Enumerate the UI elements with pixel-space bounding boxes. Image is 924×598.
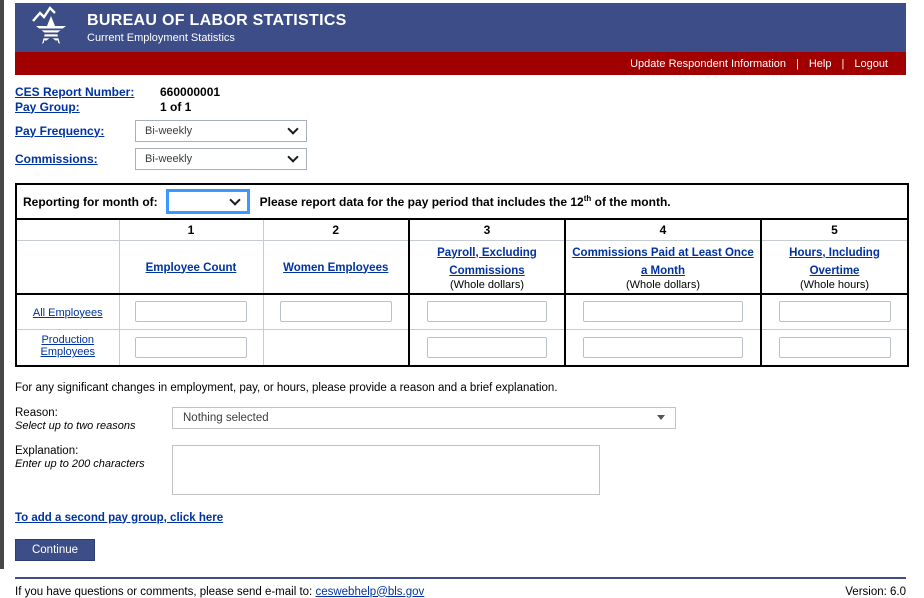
women-employees-header-link[interactable]: Women Employees [283, 262, 388, 274]
pay-group-value: 1 of 1 [160, 100, 191, 114]
hours-header-link[interactable]: Hours, Including Overtime [789, 247, 880, 277]
women-employees-all-input[interactable] [280, 301, 392, 322]
employee-count-header-link[interactable]: Employee Count [146, 262, 237, 274]
all-employees-row: All Employees [16, 294, 908, 330]
hours-all-input[interactable] [779, 301, 891, 322]
report-info: CES Report Number: 660000001 Pay Group: … [15, 84, 906, 170]
help-link[interactable]: Help [799, 58, 842, 70]
reporting-instruction: Please report data for the pay period th… [260, 194, 671, 209]
data-entry-table: Reporting for month of: Please report da… [15, 183, 909, 367]
pay-frequency-value: Bi-weekly [145, 125, 192, 137]
masthead: BUREAU OF LABOR STATISTICS Current Emplo… [15, 3, 906, 52]
column-number: 4 [565, 219, 761, 240]
employee-count-production-input[interactable] [135, 337, 247, 358]
page: BUREAU OF LABOR STATISTICS Current Emplo… [15, 3, 906, 598]
corner-cell [16, 240, 119, 294]
add-pay-group-link[interactable]: To add a second pay group, click here [15, 512, 223, 524]
column-number: 2 [263, 219, 409, 240]
ces-help-email-link[interactable]: ceswebhelp@bls.gov [315, 586, 424, 598]
chevron-down-icon [287, 151, 298, 162]
commissions-header-link[interactable]: Commissions Paid at Least Once a Month [572, 247, 754, 277]
reason-hint: Select up to two reasons [15, 420, 172, 432]
commissions-all-input[interactable] [583, 301, 743, 322]
production-employees-row: Production Employees [16, 330, 908, 366]
commissions-value: Bi-weekly [145, 153, 192, 165]
reason-label: Reason: [15, 407, 172, 419]
column-number: 1 [119, 219, 263, 240]
pay-group-label[interactable]: Pay Group: [15, 100, 80, 114]
agency-title: BUREAU OF LABOR STATISTICS [87, 12, 347, 30]
column-number-row: 1 2 3 4 5 [16, 219, 908, 240]
footer-divider [15, 577, 906, 579]
payroll-all-input[interactable] [427, 301, 547, 322]
bls-star-logo-icon [29, 6, 73, 50]
pay-frequency-label[interactable]: Pay Frequency: [15, 124, 104, 138]
payroll-production-input[interactable] [427, 337, 547, 358]
explanation-label: Explanation: [15, 445, 172, 457]
column-number: 3 [409, 219, 565, 240]
commissions-production-input[interactable] [583, 337, 743, 358]
corner-cell [16, 219, 119, 240]
ces-report-number-label[interactable]: CES Report Number: [15, 85, 134, 99]
reporting-month-select[interactable] [166, 189, 250, 214]
program-subtitle: Current Employment Statistics [87, 32, 347, 44]
hours-production-input[interactable] [779, 337, 891, 358]
masthead-text: BUREAU OF LABOR STATISTICS Current Emplo… [87, 12, 347, 44]
caret-down-icon [657, 415, 665, 420]
footer-help-text: If you have questions or comments, pleas… [15, 586, 424, 598]
column-number: 5 [761, 219, 908, 240]
pay-frequency-select[interactable]: Bi-weekly [135, 120, 307, 142]
ces-report-number-value: 660000001 [160, 85, 220, 99]
explanation-hint: Enter up to 200 characters [15, 458, 172, 470]
reason-multiselect[interactable]: Nothing selected [172, 407, 676, 429]
changes-note: For any significant changes in employmen… [15, 382, 906, 394]
version-text: Version: 6.0 [845, 586, 906, 598]
commissions-label[interactable]: Commissions: [15, 152, 98, 166]
top-nav-bar: Update Respondent Information | Help | L… [15, 52, 906, 75]
logout-link[interactable]: Logout [844, 58, 898, 70]
window-edge [0, 0, 4, 569]
reporting-month-label: Reporting for month of: [23, 195, 158, 209]
reason-value: Nothing selected [183, 412, 269, 424]
update-respondent-link[interactable]: Update Respondent Information [620, 58, 796, 70]
commissions-select[interactable]: Bi-weekly [135, 148, 307, 170]
explanation-textarea[interactable] [172, 445, 600, 495]
employee-count-all-input[interactable] [135, 301, 247, 322]
all-employees-row-link[interactable]: All Employees [33, 307, 103, 319]
column-header-row: Employee Count Women Employees Payroll, … [16, 240, 908, 294]
continue-button[interactable]: Continue [15, 539, 95, 561]
production-employees-row-link[interactable]: Production Employees [22, 334, 114, 358]
chevron-down-icon [287, 123, 298, 134]
chevron-down-icon [229, 194, 240, 205]
payroll-header-link[interactable]: Payroll, Excluding Commissions [437, 247, 537, 277]
